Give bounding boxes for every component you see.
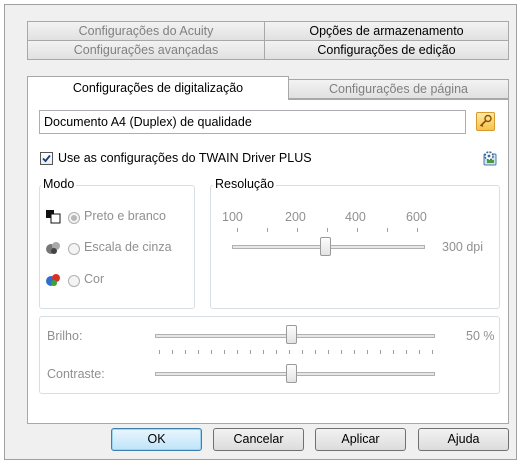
scan-settings-panel: Documento A4 (Duplex) de qualidade Use a… <box>27 99 509 424</box>
resolution-tick <box>327 228 328 232</box>
brightness-tick <box>367 350 368 354</box>
tab-label: Configurações de edição <box>317 43 456 57</box>
resolution-tick <box>267 228 268 232</box>
brightness-tick <box>419 350 420 354</box>
resolution-group-title: Resolução <box>213 177 277 191</box>
ok-button[interactable]: OK <box>111 428 202 451</box>
brightness-tick <box>185 350 186 354</box>
use-twain-settings-label: Use as configurações do TWAIN Driver PLU… <box>58 151 312 165</box>
brightness-tick <box>276 350 277 354</box>
black-white-mode-icon <box>45 209 62 224</box>
help-button[interactable]: Ajuda <box>418 428 509 451</box>
grayscale-mode-icon <box>45 240 62 255</box>
brightness-tick <box>263 350 264 354</box>
tab-page-settings[interactable]: Configurações de página <box>288 79 509 99</box>
brightness-label: Brilho: <box>47 329 83 343</box>
tab-label: Configurações de página <box>329 82 468 96</box>
tab-label: Configurações avançadas <box>73 43 219 57</box>
cancel-button[interactable]: Cancelar <box>213 428 304 451</box>
color-label: Cor <box>84 272 105 286</box>
color-mode-icon <box>45 272 62 287</box>
grayscale-radio[interactable] <box>68 243 80 255</box>
cancel-button-label: Cancelar <box>233 432 284 446</box>
tab-scan-settings[interactable]: Configurações de digitalização <box>27 76 289 100</box>
black-white-radio[interactable] <box>68 212 80 224</box>
brightness-tick <box>289 350 290 354</box>
apply-button[interactable]: Aplicar <box>315 428 406 451</box>
brightness-ticks <box>159 350 435 354</box>
resolution-tick-label: 200 <box>285 210 306 224</box>
resolution-tick-label: 600 <box>406 210 427 224</box>
brightness-tick <box>250 350 251 354</box>
brightness-tick <box>380 350 381 354</box>
resolution-tick <box>357 228 358 232</box>
tab-acuity-settings[interactable]: Configurações do Acuity <box>27 21 265 41</box>
grayscale-label: Escala de cinza <box>84 240 172 254</box>
black-white-label: Preto e branco <box>84 209 166 223</box>
apply-button-label: Aplicar <box>341 432 380 446</box>
brightness-tick <box>302 350 303 354</box>
mode-group-title: Modo <box>41 177 77 191</box>
tab-storage-options[interactable]: Opções de armazenamento <box>264 21 509 41</box>
profile-name-field[interactable]: Documento A4 (Duplex) de qualidade <box>39 110 466 134</box>
brightness-tick <box>315 350 316 354</box>
tab-label: Configurações de digitalização <box>72 81 244 95</box>
ok-button-label: OK <box>147 432 166 446</box>
color-radio[interactable] <box>68 275 80 287</box>
resolution-tick <box>237 228 238 232</box>
resolution-slider-thumb[interactable] <box>320 237 331 256</box>
contrast-label: Contraste: <box>47 367 105 381</box>
brightness-tick <box>198 350 199 354</box>
resolution-tick <box>417 228 418 232</box>
tab-label: Opções de armazenamento <box>309 24 464 38</box>
brightness-tick <box>393 350 394 354</box>
help-button-label: Ajuda <box>447 432 480 446</box>
tab-label: Configurações do Acuity <box>78 24 214 38</box>
brightness-slider-thumb[interactable] <box>286 325 297 344</box>
settings-dialog: Configurações do Acuity Opções de armaze… <box>4 4 517 460</box>
resolution-value: 300 dpi <box>442 240 484 254</box>
use-twain-settings-checkbox[interactable] <box>40 152 53 165</box>
brightness-tick <box>406 350 407 354</box>
brightness-tick <box>328 350 329 354</box>
brightness-value: 50 % <box>466 329 495 343</box>
resolution-tick <box>297 228 298 232</box>
contrast-slider-thumb[interactable] <box>286 364 297 383</box>
brightness-tick <box>237 350 238 354</box>
brightness-tick <box>354 350 355 354</box>
resolution-tick <box>387 228 388 232</box>
edit-profile-icon[interactable] <box>476 112 495 131</box>
brightness-tick <box>172 350 173 354</box>
tab-edit-settings[interactable]: Configurações de edição <box>264 40 509 60</box>
profile-name-text: Documento A4 (Duplex) de qualidade <box>44 115 252 129</box>
resolution-tick-label: 100 <box>222 210 243 224</box>
brightness-contrast-group <box>39 316 500 394</box>
gear-icon[interactable] <box>480 149 498 167</box>
brightness-tick <box>211 350 212 354</box>
brightness-tick <box>224 350 225 354</box>
tab-advanced-settings[interactable]: Configurações avançadas <box>27 40 265 60</box>
brightness-tick <box>159 350 160 354</box>
resolution-tick-label: 400 <box>345 210 366 224</box>
brightness-tick <box>432 350 433 354</box>
brightness-tick <box>341 350 342 354</box>
